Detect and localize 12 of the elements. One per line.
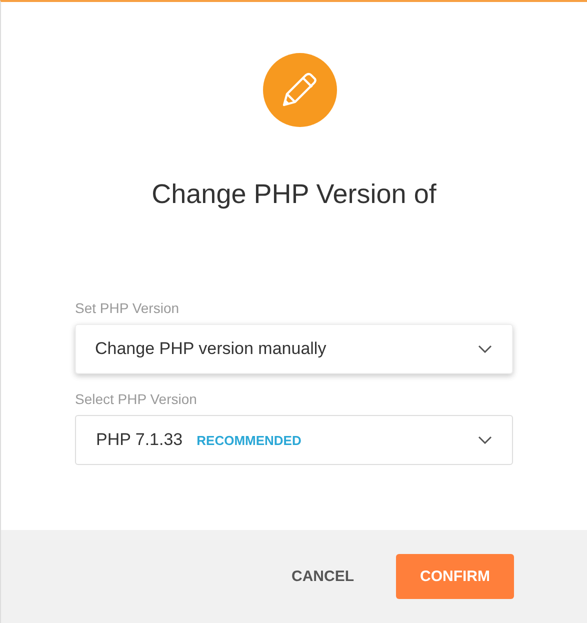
field-label: Select PHP Version <box>75 391 198 407</box>
chevron-down-icon <box>478 345 492 353</box>
dialog-title: Change PHP Version of <box>152 179 436 210</box>
select-dropdown[interactable]: PHP 7.1.33 RECOMMENDED <box>75 415 513 465</box>
pencil-icon <box>263 53 337 127</box>
select-dropdown[interactable]: Change PHP version manually <box>75 324 513 374</box>
select-value: Change PHP version manually <box>95 339 326 359</box>
select-value: PHP 7.1.33 <box>96 430 183 450</box>
recommended-tag: RECOMMENDED <box>196 432 302 448</box>
cancel-button[interactable]: CANCEL <box>290 558 356 595</box>
chevron-down-icon <box>478 436 492 444</box>
field-label: Set PHP Version <box>75 300 180 316</box>
